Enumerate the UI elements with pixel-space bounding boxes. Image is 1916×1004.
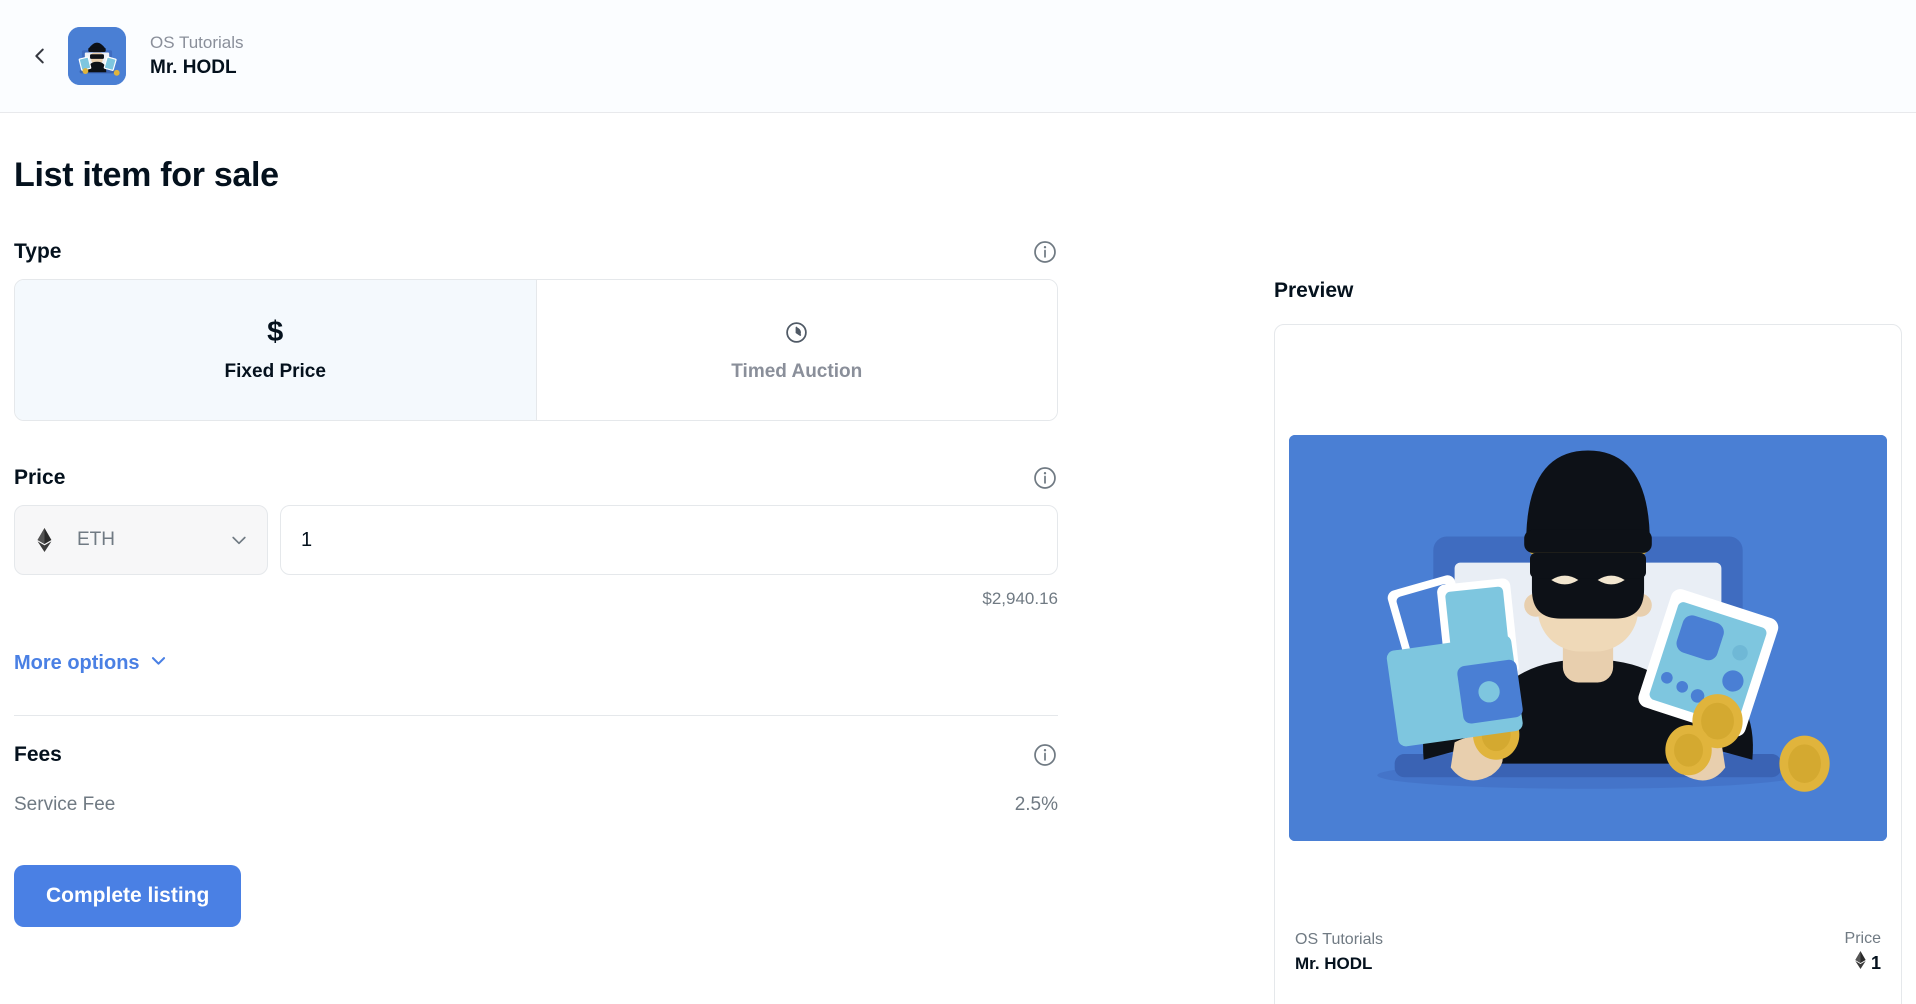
page-title: List item for sale bbox=[14, 156, 279, 194]
preview-art-wrap bbox=[1275, 325, 1901, 841]
type-option-label: Timed Auction bbox=[731, 361, 863, 382]
type-option-label: Fixed Price bbox=[224, 361, 326, 382]
preview-item-name: Mr. HODL bbox=[1295, 953, 1373, 973]
ethereum-icon bbox=[1855, 950, 1866, 976]
price-section-header: Price bbox=[14, 465, 1058, 491]
currency-name: ETH bbox=[77, 529, 115, 550]
fee-name: Service Fee bbox=[14, 794, 116, 815]
chevron-left-icon bbox=[29, 45, 51, 67]
preview-price-label: Price bbox=[1844, 930, 1881, 947]
page-body: List item for sale Type $ Fixed Price Ti… bbox=[0, 113, 1916, 1004]
clock-icon bbox=[784, 317, 809, 347]
item-name: Mr. HODL bbox=[150, 56, 237, 78]
price-input[interactable] bbox=[280, 505, 1058, 575]
preview-title: Preview bbox=[1274, 279, 1354, 302]
back-button[interactable] bbox=[18, 34, 62, 78]
preview-meta: OS Tutorials Mr. HODL Price 1 bbox=[1275, 841, 1901, 1004]
currency-select[interactable]: ETH bbox=[14, 505, 268, 575]
price-label: Price bbox=[14, 466, 66, 489]
type-section-header: Type bbox=[14, 239, 1058, 265]
more-options-label: More options bbox=[14, 652, 140, 674]
ethereum-icon bbox=[33, 528, 55, 552]
complete-listing-button[interactable]: Complete listing bbox=[14, 865, 242, 927]
nft-thief-illustration bbox=[1289, 435, 1887, 841]
preview-panel: Preview OS Tutorials Mr. HODL Price 1 bbox=[1059, 113, 1902, 1004]
info-icon[interactable] bbox=[1032, 742, 1058, 768]
collection-name: OS Tutorials bbox=[150, 32, 244, 52]
chevron-down-icon bbox=[149, 651, 168, 676]
preview-price: 1 bbox=[1845, 950, 1881, 976]
usd-equivalent: $2,940.16 bbox=[982, 589, 1058, 608]
type-toggle-group: $ Fixed Price Timed Auction bbox=[14, 279, 1058, 421]
fees-section-header: Fees bbox=[14, 742, 1058, 768]
type-option-fixed-price[interactable]: $ Fixed Price bbox=[15, 280, 536, 420]
type-option-timed-auction[interactable]: Timed Auction bbox=[535, 280, 1057, 420]
preview-collection: OS Tutorials bbox=[1295, 931, 1384, 949]
preview-card: OS Tutorials Mr. HODL Price 1 bbox=[1274, 324, 1902, 1004]
info-icon[interactable] bbox=[1032, 465, 1058, 491]
preview-price-info: Price 1 bbox=[1845, 927, 1881, 976]
fee-value: 2.5% bbox=[1014, 794, 1058, 815]
breadcrumb: OS Tutorials Mr. HODL bbox=[150, 32, 244, 81]
more-options-toggle[interactable]: More options bbox=[14, 651, 168, 676]
info-icon[interactable] bbox=[1032, 239, 1058, 265]
listing-form: List item for sale Type $ Fixed Price Ti… bbox=[14, 113, 1059, 1004]
fees-label: Fees bbox=[14, 743, 62, 766]
top-bar: OS Tutorials Mr. HODL bbox=[0, 0, 1916, 113]
fee-row: Service Fee 2.5% bbox=[14, 794, 1058, 816]
preview-price-value: 1 bbox=[1870, 953, 1881, 974]
preview-item-info: OS Tutorials Mr. HODL bbox=[1295, 928, 1383, 976]
type-label: Type bbox=[14, 240, 62, 263]
price-row: ETH bbox=[14, 505, 1058, 575]
nft-thief-thumbnail[interactable] bbox=[68, 27, 126, 85]
dollar-sign-icon: $ bbox=[267, 315, 284, 348]
form-divider bbox=[14, 715, 1058, 716]
chevron-down-icon bbox=[229, 530, 249, 550]
